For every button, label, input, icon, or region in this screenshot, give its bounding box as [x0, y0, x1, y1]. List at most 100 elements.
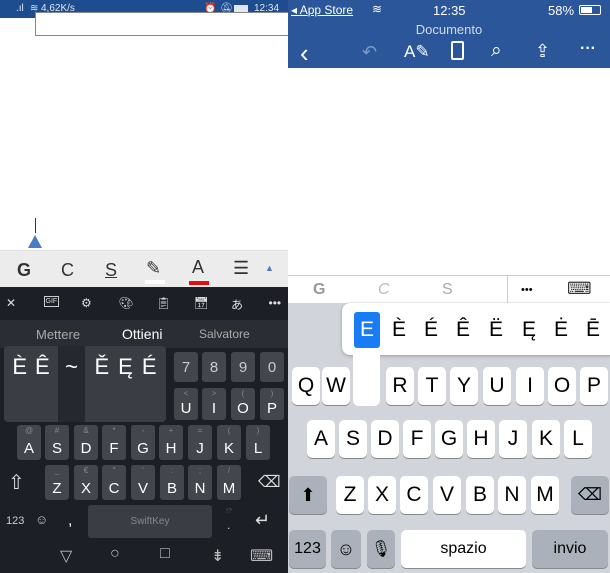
return-key[interactable]: invio	[532, 530, 608, 568]
accent-option[interactable]: Ê	[450, 312, 476, 348]
shift-key[interactable]: ⬆	[289, 476, 327, 514]
key-a[interactable]: A	[307, 420, 335, 458]
key-v[interactable]: V	[433, 476, 461, 514]
key-7[interactable]: 7	[174, 352, 198, 382]
prediction[interactable]: Salvatore	[199, 327, 250, 341]
key-w[interactable]: W	[322, 367, 350, 405]
numbers-key[interactable]: 123	[6, 515, 24, 527]
accent-option[interactable]: Ë	[483, 312, 509, 348]
key-m[interactable]: M	[531, 476, 559, 514]
bold-button[interactable]: G	[313, 281, 325, 299]
key-y[interactable]: Y	[450, 367, 478, 405]
key-b[interactable]: B	[466, 476, 494, 514]
emoji-key[interactable]: ☺	[331, 530, 361, 568]
key-9[interactable]: 9	[231, 352, 255, 382]
undo-icon[interactable]: ↶	[362, 42, 377, 63]
accent-option[interactable]: Ě	[94, 354, 109, 380]
key-s[interactable]: S	[339, 420, 367, 458]
accent-option[interactable]: É	[418, 312, 444, 348]
key-r[interactable]: R	[386, 367, 414, 405]
key-n[interactable]: N	[498, 476, 526, 514]
more-icon[interactable]: ···	[580, 40, 596, 58]
key-h[interactable]: + H	[159, 425, 183, 460]
gif-icon[interactable]: GIF	[43, 296, 60, 307]
home-nav-icon[interactable]: ○	[110, 545, 120, 563]
key-i[interactable]: I	[516, 367, 544, 405]
back-nav-icon[interactable]: ▽	[60, 546, 72, 566]
backspace-icon[interactable]: ⌫	[258, 472, 281, 492]
accent-option[interactable]: E	[354, 312, 380, 348]
accent-option[interactable]: Ė	[548, 312, 574, 348]
prediction[interactable]: Ottieni	[122, 326, 162, 342]
accent-option-tilde[interactable]: ~	[58, 346, 85, 422]
more-button[interactable]: •••	[521, 284, 533, 296]
comma-key[interactable]: ,	[68, 512, 72, 530]
keyboard-switch-icon[interactable]: ⌨	[250, 546, 273, 566]
shift-icon[interactable]: ⇧	[8, 470, 25, 495]
key-g[interactable]: G	[435, 420, 463, 458]
key-o[interactable]: O	[548, 367, 576, 405]
key-d[interactable]: D	[371, 420, 399, 458]
period-key[interactable]: .	[227, 518, 230, 532]
key-g[interactable]: -G	[131, 425, 155, 460]
cursor-handle[interactable]	[28, 235, 42, 248]
key-u[interactable]: U	[483, 367, 511, 405]
edit-text-icon[interactable]: A✎	[404, 42, 430, 62]
key-f[interactable]: F	[403, 420, 431, 458]
key-k[interactable]: K	[532, 420, 560, 458]
accent-option[interactable]: Ē	[580, 312, 606, 348]
accent-option[interactable]: Ê	[35, 354, 50, 380]
share-icon[interactable]: ⇪	[535, 41, 550, 62]
key-n[interactable]: ; N	[188, 465, 212, 500]
backspace-key[interactable]: ⌫	[571, 476, 609, 514]
key-z[interactable]: _ Z	[45, 465, 69, 500]
back-to-app-link[interactable]: ◂ App Store	[291, 3, 353, 17]
key-c[interactable]: C	[400, 476, 428, 514]
reading-view-icon[interactable]	[451, 41, 464, 60]
accent-option[interactable]: È	[12, 354, 27, 380]
space-key[interactable]: SwiftKey	[88, 505, 212, 538]
settings-icon[interactable]: ⚙	[81, 296, 92, 310]
key-h[interactable]: H	[467, 420, 495, 458]
accent-option[interactable]: É	[142, 354, 157, 380]
key-0[interactable]: 0	[260, 352, 284, 382]
hide-keyboard-icon[interactable]: ⇟	[211, 546, 224, 566]
back-icon[interactable]: ‹	[300, 38, 309, 69]
key-8[interactable]: 8	[202, 352, 226, 382]
underline-button[interactable]: S	[442, 281, 453, 299]
key-c[interactable]: " C	[102, 465, 126, 500]
key-j[interactable]: = J	[188, 425, 212, 460]
accent-option[interactable]: È	[386, 312, 412, 348]
key-v[interactable]: ' V	[131, 465, 155, 500]
key-a[interactable]: @ A	[17, 425, 41, 460]
microphone-key[interactable]: 🎙︎	[367, 530, 395, 568]
close-icon[interactable]: ✕	[6, 296, 16, 310]
key-s[interactable]: # S	[45, 425, 69, 460]
translate-icon[interactable]: あ	[231, 296, 243, 313]
accent-option[interactable]: Ę	[118, 354, 133, 380]
accent-option[interactable]: Ę	[516, 312, 542, 348]
calendar-icon[interactable]: 📅︎	[194, 296, 209, 310]
space-key[interactable]: spazio	[401, 530, 526, 568]
emoji-icon[interactable]: ☺	[35, 512, 48, 527]
key-j[interactable]: J	[499, 420, 527, 458]
more-icon[interactable]: •••	[269, 296, 282, 310]
key-x[interactable]: € X	[74, 465, 98, 500]
key-u[interactable]: < U	[174, 388, 198, 420]
key-i[interactable]: > I	[202, 388, 226, 420]
key-b[interactable]: :B	[160, 465, 184, 500]
key-q[interactable]: Q	[292, 367, 320, 405]
prediction[interactable]: Mettere	[36, 327, 80, 342]
key-p[interactable]: ) P	[260, 388, 284, 420]
italic-button[interactable]: C	[378, 281, 390, 299]
clipboard-icon[interactable]: 📋︎	[156, 296, 171, 310]
key-l[interactable]: L	[564, 420, 592, 458]
key-x[interactable]: X	[368, 476, 396, 514]
key-t[interactable]: T	[418, 367, 446, 405]
key-o[interactable]: (O	[231, 388, 255, 420]
key-m[interactable]: / M	[217, 465, 241, 500]
search-icon[interactable]: ⌕	[491, 40, 502, 62]
enter-icon[interactable]: ↵	[255, 510, 270, 531]
keyboard-toggle-icon[interactable]: ⌨	[567, 279, 592, 299]
key-l[interactable]: ) L	[246, 425, 270, 460]
